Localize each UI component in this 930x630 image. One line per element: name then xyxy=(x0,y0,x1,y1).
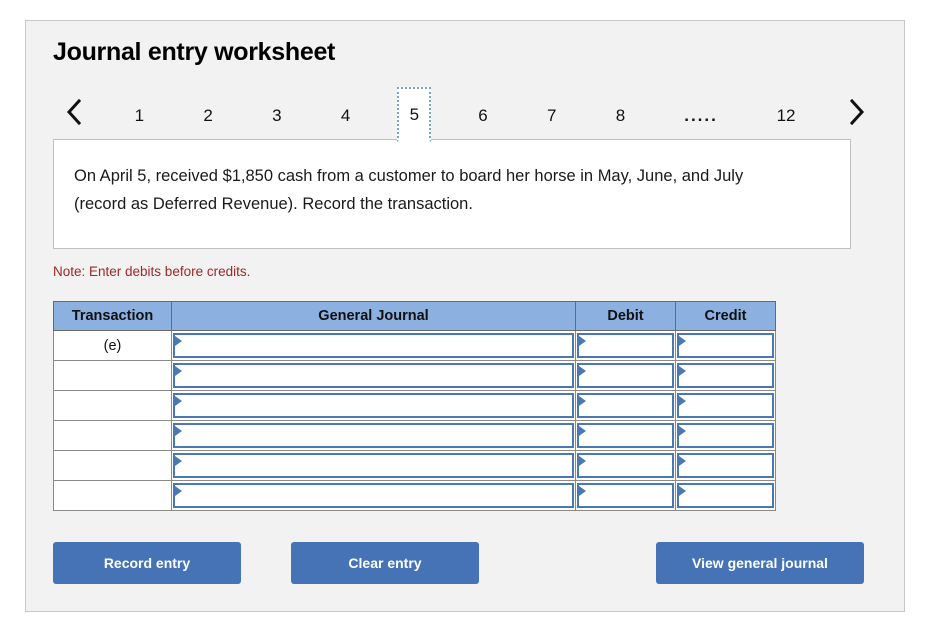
debit-cell[interactable] xyxy=(575,450,676,481)
credit-cell[interactable] xyxy=(675,330,776,361)
table-header-row: Transaction General Journal Debit Credit xyxy=(53,301,776,331)
question-text: On April 5, received $1,850 cash from a … xyxy=(74,167,744,213)
pager-strip: 1 2 3 4 5 6 7 8 ..... 12 xyxy=(26,87,904,142)
pager-tab-ellipsis: ..... xyxy=(684,105,718,125)
table-row xyxy=(53,450,776,481)
credit-cell[interactable] xyxy=(675,390,776,421)
question-panel: On April 5, received $1,850 cash from a … xyxy=(53,139,851,249)
cell-marker-icon xyxy=(579,456,586,466)
chevron-left-icon[interactable] xyxy=(53,87,95,142)
credit-input[interactable] xyxy=(677,423,774,448)
credit-input[interactable] xyxy=(677,333,774,358)
credit-cell[interactable] xyxy=(675,420,776,451)
pager-tabs: 1 2 3 4 5 6 7 8 ..... 12 xyxy=(95,87,835,142)
chevron-right-icon[interactable] xyxy=(835,87,877,142)
general-journal-cell[interactable] xyxy=(171,450,576,481)
debit-cell[interactable] xyxy=(575,330,676,361)
table-row xyxy=(53,480,776,511)
pager-tab-6[interactable]: 6 xyxy=(466,87,500,142)
cell-marker-icon xyxy=(579,486,586,496)
worksheet-card: Journal entry worksheet 1 2 3 4 5 6 7 8 … xyxy=(25,20,905,612)
journal-entry-table: Transaction General Journal Debit Credit… xyxy=(53,301,776,511)
debit-cell[interactable] xyxy=(575,390,676,421)
general-journal-input[interactable] xyxy=(173,393,574,418)
pager-tab-2[interactable]: 2 xyxy=(191,87,225,142)
pager-tab-5[interactable]: 5 xyxy=(397,87,432,142)
credit-input[interactable] xyxy=(677,363,774,388)
general-journal-input[interactable] xyxy=(173,453,574,478)
pager-tab-3[interactable]: 3 xyxy=(260,87,294,142)
general-journal-input[interactable] xyxy=(173,423,574,448)
transaction-label-cell xyxy=(53,390,172,421)
pager-tab-4[interactable]: 4 xyxy=(329,87,363,142)
general-journal-cell[interactable] xyxy=(171,360,576,391)
transaction-label-cell: (e) xyxy=(53,330,172,361)
general-journal-input[interactable] xyxy=(173,363,574,388)
general-journal-cell[interactable] xyxy=(171,420,576,451)
debit-input[interactable] xyxy=(577,483,674,508)
pager-tab-1[interactable]: 1 xyxy=(122,87,156,142)
column-header-debit: Debit xyxy=(575,301,676,331)
cell-marker-icon xyxy=(679,366,686,376)
general-journal-input[interactable] xyxy=(173,483,574,508)
table-row xyxy=(53,390,776,421)
debit-cell[interactable] xyxy=(575,360,676,391)
column-header-transaction: Transaction xyxy=(53,301,172,331)
credit-input[interactable] xyxy=(677,483,774,508)
general-journal-cell[interactable] xyxy=(171,390,576,421)
credit-cell[interactable] xyxy=(675,480,776,511)
column-header-general-journal: General Journal xyxy=(171,301,576,331)
debits-before-credits-note: Note: Enter debits before credits. xyxy=(53,264,251,279)
cell-marker-icon xyxy=(175,336,182,346)
cell-marker-icon xyxy=(175,486,182,496)
cell-marker-icon xyxy=(679,396,686,406)
record-entry-button[interactable]: Record entry xyxy=(53,542,241,584)
column-header-credit: Credit xyxy=(675,301,776,331)
credit-input[interactable] xyxy=(677,453,774,478)
transaction-label-cell xyxy=(53,480,172,511)
view-general-journal-button[interactable]: View general journal xyxy=(656,542,864,584)
pager-tab-12[interactable]: 12 xyxy=(765,87,808,142)
pager-tab-8[interactable]: 8 xyxy=(604,87,638,142)
clear-entry-button[interactable]: Clear entry xyxy=(291,542,479,584)
credit-cell[interactable] xyxy=(675,450,776,481)
cell-marker-icon xyxy=(175,396,182,406)
cell-marker-icon xyxy=(175,456,182,466)
transaction-label-cell xyxy=(53,420,172,451)
debit-input[interactable] xyxy=(577,453,674,478)
table-row xyxy=(53,420,776,451)
pager-tab-7[interactable]: 7 xyxy=(535,87,569,142)
credit-input[interactable] xyxy=(677,393,774,418)
debit-input[interactable] xyxy=(577,423,674,448)
table-row: (e) xyxy=(53,330,776,361)
debit-cell[interactable] xyxy=(575,480,676,511)
cell-marker-icon xyxy=(679,486,686,496)
transaction-label-cell xyxy=(53,360,172,391)
credit-cell[interactable] xyxy=(675,360,776,391)
table-row xyxy=(53,360,776,391)
debit-input[interactable] xyxy=(577,333,674,358)
page-title: Journal entry worksheet xyxy=(53,38,336,66)
cell-marker-icon xyxy=(175,366,182,376)
cell-marker-icon xyxy=(175,426,182,436)
cell-marker-icon xyxy=(579,336,586,346)
cell-marker-icon xyxy=(679,336,686,346)
general-journal-cell[interactable] xyxy=(171,480,576,511)
general-journal-input[interactable] xyxy=(173,333,574,358)
debit-cell[interactable] xyxy=(575,420,676,451)
transaction-label-cell xyxy=(53,450,172,481)
debit-input[interactable] xyxy=(577,393,674,418)
general-journal-cell[interactable] xyxy=(171,330,576,361)
cell-marker-icon xyxy=(679,426,686,436)
debit-input[interactable] xyxy=(577,363,674,388)
cell-marker-icon xyxy=(679,456,686,466)
cell-marker-icon xyxy=(579,366,586,376)
cell-marker-icon xyxy=(579,426,586,436)
cell-marker-icon xyxy=(579,396,586,406)
